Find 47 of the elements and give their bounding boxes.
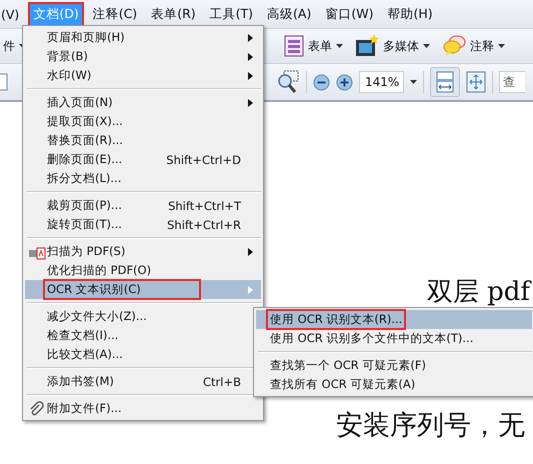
menu-item[interactable]: OCR 文本识别(C) — [25, 280, 261, 299]
menu-item[interactable]: 水印(W) — [25, 66, 261, 85]
menu-item[interactable]: 拆分文档(L)... — [25, 169, 261, 188]
menu-item[interactable]: 旋转页面(T)... Shift+Ctrl+R — [25, 215, 261, 234]
zoom-field[interactable]: 141% — [359, 71, 404, 93]
menu-title[interactable]: 高级(A) — [262, 2, 316, 26]
form-icon — [284, 35, 304, 57]
menu-item[interactable]: 查找所有 OCR 可疑元素(A) — [256, 375, 532, 394]
document-heading: 双层 pdf — [426, 276, 532, 309]
search-field[interactable]: 查 — [499, 71, 525, 93]
fit-width-icon — [436, 71, 454, 93]
paperclip-icon — [28, 400, 44, 416]
menu-item[interactable]: 使用 OCR 识别多个文件中的文本(T)... — [256, 329, 532, 348]
menu-item[interactable]: 替换页面(R)... — [25, 131, 261, 150]
menu-title[interactable]: 工具(T) — [204, 2, 258, 26]
toolbar-button[interactable]: 注释 — [439, 33, 508, 59]
menu-title[interactable]: (V) — [0, 2, 24, 26]
menu-item[interactable]: 优化扫描的 PDF(O) — [25, 261, 261, 280]
fit-width-button[interactable] — [430, 67, 460, 97]
menu-item[interactable]: 删除页面(E)... Shift+Ctrl+D — [25, 150, 261, 169]
menu-item[interactable]: 背景(B) — [25, 47, 261, 66]
zoom-out-icon[interactable] — [313, 74, 330, 90]
document-text: 安装序列号，无 — [336, 409, 526, 443]
menu-item[interactable]: 提取页面(X)... — [25, 112, 261, 131]
toolbar-button[interactable]: 表单 — [281, 33, 346, 59]
menu-title[interactable]: 窗口(W) — [320, 2, 378, 26]
caret-icon — [410, 80, 417, 84]
menu-title[interactable]: 帮助(H) — [382, 2, 438, 26]
speech-bubble-icon — [442, 35, 466, 57]
menu-item[interactable]: 裁剪页面(P)... Shift+Ctrl+T — [25, 196, 261, 215]
marquee-zoom-icon[interactable] — [276, 70, 300, 94]
fit-page-icon[interactable] — [466, 71, 486, 93]
caret-icon — [336, 44, 343, 48]
caret-icon — [498, 44, 505, 48]
zoom-in-icon[interactable] — [336, 74, 353, 90]
menu-item[interactable]: 页眉和页脚(H) — [25, 28, 261, 47]
menu-item[interactable]: 插入页面(N) — [25, 93, 261, 112]
menu-title[interactable]: 注释(C) — [88, 2, 142, 26]
film-icon — [355, 34, 379, 58]
menu-item[interactable]: 查找第一个 OCR 可疑元素(F) — [256, 356, 532, 375]
menu-item[interactable]: 使用 OCR 识别文本(R)... — [256, 310, 532, 329]
caret-icon — [423, 44, 430, 48]
menu-item[interactable]: 扫描为 PDF(S) — [25, 242, 261, 261]
menu-item[interactable]: 附加文件(F)... — [25, 399, 261, 418]
page-icon — [0, 73, 8, 91]
menu-title[interactable]: 表单(R) — [146, 2, 201, 26]
toolbar-button[interactable]: 多媒体 — [352, 32, 433, 60]
